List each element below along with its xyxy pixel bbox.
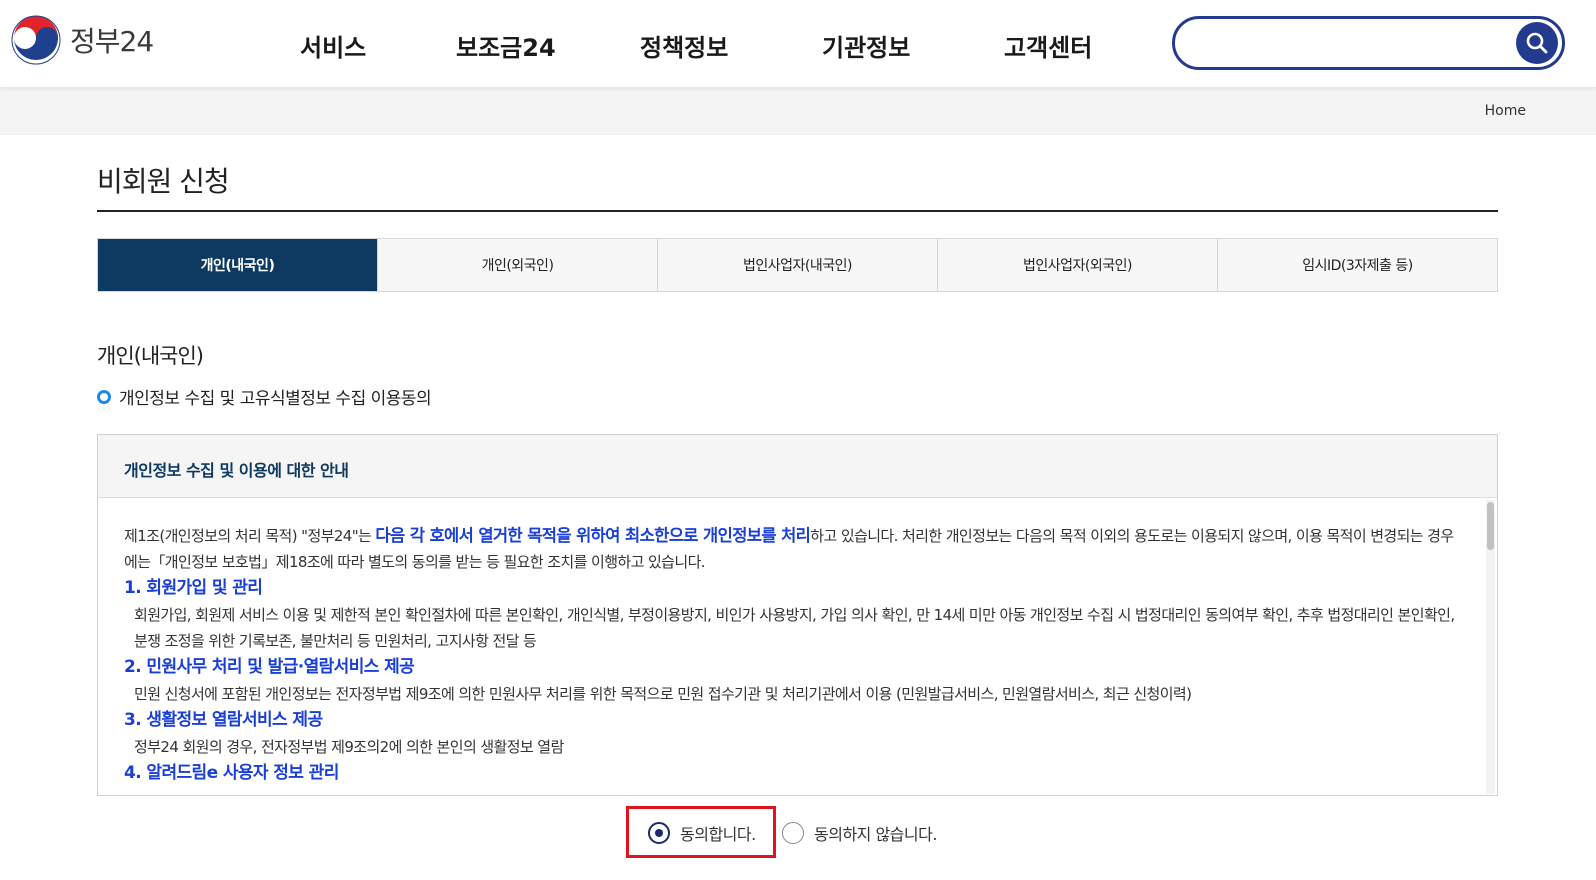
radio-unchecked-icon — [782, 822, 804, 844]
title-divider — [97, 210, 1498, 212]
radio-checked-icon — [648, 822, 670, 844]
tab-temporary-id[interactable]: 임시ID(3자제출 등) — [1218, 239, 1497, 291]
disagree-radio[interactable]: 동의하지 않습니다. — [782, 821, 937, 845]
agreement-item-desc: 민원 신청서에 포함된 개인정보는 전자정부법 제9조에 의한 민원사무 처리를… — [134, 685, 1192, 703]
circle-bullet-icon — [97, 389, 111, 404]
scrollbar-thumb[interactable] — [1487, 502, 1494, 550]
agreement-item-head: 2. 민원사무 처리 및 발급·열람서비스 제공 — [124, 657, 415, 677]
consent-subtitle: 개인정보 수집 및 고유식별정보 수집 이용동의 — [97, 384, 432, 409]
tab-domestic-individual[interactable]: 개인(내국인) — [98, 239, 378, 291]
intro-text-a: 제1조(개인정보의 처리 목적) "정부24"는 — [124, 527, 376, 545]
nav-item-subsidy[interactable]: 보조금24 — [456, 28, 556, 63]
nav-item-policy[interactable]: 정책정보 — [640, 28, 728, 63]
agreement-item-head: 1. 회원가입 및 관리 — [124, 578, 263, 598]
tab-foreign-corporate[interactable]: 법인사업자(외국인) — [938, 239, 1218, 291]
applicant-type-tabs: 개인(내국인) 개인(외국인) 법인사업자(내국인) 법인사업자(외국인) 임시… — [97, 238, 1498, 292]
agreement-text: 제1조(개인정보의 처리 목적) "정부24"는 다음 각 호에서 열거한 목적… — [124, 523, 1460, 787]
breadcrumb: Home — [0, 87, 1596, 135]
intro-highlight: 다음 각 호에서 열거한 목적을 위하여 최소한으로 개인정보를 처리 — [375, 526, 811, 545]
agreement-heading: 개인정보 수집 및 이용에 대한 안내 — [98, 435, 1497, 498]
search-box — [1172, 16, 1565, 70]
breadcrumb-home[interactable]: Home — [1485, 103, 1526, 119]
agree-radio[interactable]: 동의합니다. — [648, 821, 756, 845]
agreement-item-head: 4. 알려드림e 사용자 정보 관리 — [124, 763, 339, 783]
search-button[interactable] — [1516, 22, 1558, 64]
nav-item-support[interactable]: 고객센터 — [1004, 28, 1092, 63]
section-title: 개인(내국인) — [97, 344, 204, 368]
agreement-item-head: 3. 생활정보 열람서비스 제공 — [124, 710, 323, 730]
nav-item-services[interactable]: 서비스 — [300, 28, 366, 63]
disagree-label: 동의하지 않습니다. — [814, 825, 937, 844]
agreement-item-desc: 정부24 회원의 경우, 전자정부법 제9조의2에 의한 본인의 생활정보 열람 — [134, 738, 564, 756]
tab-foreign-individual[interactable]: 개인(외국인) — [378, 239, 658, 291]
logo-text: 정부24 — [70, 25, 154, 58]
site-header: 정부24 서비스 보조금24 정책정보 기관정보 고객센터 — [0, 0, 1596, 87]
agreement-scrollbar[interactable] — [1486, 500, 1495, 794]
agree-label: 동의합니다. — [680, 825, 756, 844]
privacy-agreement-box[interactable]: 개인정보 수집 및 이용에 대한 안내 제1조(개인정보의 처리 목적) "정부… — [97, 434, 1498, 796]
consent-subtitle-text: 개인정보 수집 및 고유식별정보 수집 이용동의 — [119, 389, 432, 409]
agreement-intro: 제1조(개인정보의 처리 목적) "정부24"는 다음 각 호에서 열거한 목적… — [124, 523, 1460, 575]
search-input[interactable] — [1193, 29, 1513, 57]
search-icon — [1526, 32, 1548, 54]
tab-domestic-corporate[interactable]: 법인사업자(내국인) — [658, 239, 938, 291]
nav-item-agency[interactable]: 기관정보 — [822, 28, 910, 63]
page-title: 비회원 신청 — [97, 165, 230, 198]
taegeuk-logo-icon — [11, 15, 61, 65]
consent-radio-group: 동의합니다. 동의하지 않습니다. — [0, 806, 1596, 860]
site-logo[interactable]: 정부24 — [10, 14, 154, 66]
agreement-item-desc: 회원가입, 회원제 서비스 이용 및 제한적 본인 확인절차에 따른 본인확인,… — [134, 606, 1455, 650]
